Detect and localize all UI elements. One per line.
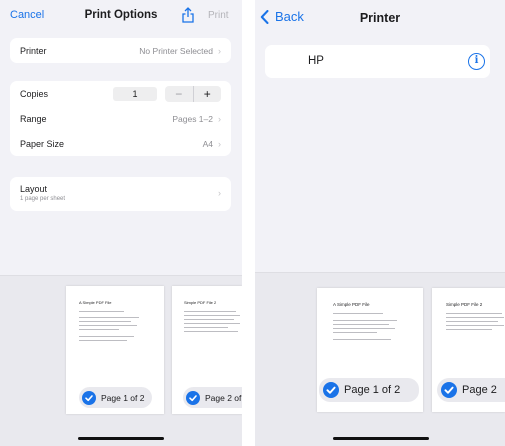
nav-bar: Cancel Print Options Print [0, 0, 242, 34]
preview-page-title: A Simple PDF File [333, 302, 370, 307]
text-line [79, 325, 137, 326]
chevron-right-icon: › [218, 113, 221, 124]
checkmark-icon [82, 390, 96, 405]
paper-size-row[interactable]: Paper Size A4 › [10, 131, 231, 156]
printer-screen: Back Printer HP i A Simple PDF File Simp… [255, 0, 505, 446]
text-line [333, 328, 395, 329]
preview-page-title: Simple PDF File 2 [184, 300, 217, 305]
preview-page-title: Simple PDF File 2 [446, 302, 483, 307]
chevron-right-icon: › [218, 188, 221, 198]
text-line [79, 317, 139, 318]
layout-row[interactable]: Layout 1 page per sheet › [10, 177, 231, 211]
range-value: Pages 1–2 [172, 113, 213, 124]
text-line [184, 311, 236, 312]
options-card: Copies 1 − + Range Pages 1–2 › Paper Siz… [10, 81, 231, 156]
text-line [184, 331, 238, 332]
copies-label: Copies [20, 88, 49, 99]
checkmark-icon [323, 382, 339, 398]
paper-size-value: A4 [202, 138, 213, 149]
printer-name: HP [308, 55, 324, 67]
copies-count[interactable]: 1 [113, 86, 157, 101]
increment-button[interactable]: + [194, 86, 222, 102]
copies-stepper: − + [165, 85, 222, 102]
print-options-screen: Cancel Print Options Print Printer No Pr… [0, 0, 242, 446]
page-selected-badge[interactable]: Page 2 of [183, 387, 242, 408]
printer-list-item[interactable]: HP i [265, 45, 490, 78]
text-line [79, 329, 119, 330]
text-line [79, 321, 131, 322]
printer-row[interactable]: Printer No Printer Selected › [10, 38, 231, 63]
checkmark-icon [186, 390, 200, 405]
text-line [79, 336, 134, 337]
chevron-right-icon: › [218, 138, 221, 149]
text-line [446, 329, 492, 330]
range-label: Range [20, 113, 47, 124]
page-badge-label: Page 1 of 2 [344, 384, 401, 396]
page-selected-badge[interactable]: Page 1 of 2 [319, 378, 419, 402]
layout-label: Layout [20, 184, 48, 194]
page-badge-label: Page 2 of [205, 392, 242, 403]
page-badge-label: Page 2 [462, 384, 497, 396]
text-line [79, 340, 127, 341]
text-line [333, 324, 389, 325]
printer-card[interactable]: Printer No Printer Selected › [10, 38, 231, 63]
page-title: Print Options [84, 9, 158, 21]
print-preview: A Simple PDF File Simple PDF File 2 Page… [0, 275, 242, 446]
share-icon[interactable] [181, 7, 195, 23]
text-line [446, 313, 502, 314]
print-preview: A Simple PDF File Simple PDF File 2 Page… [255, 272, 505, 446]
checkmark-icon [441, 382, 457, 398]
print-button[interactable]: Print [208, 10, 229, 21]
nav-bar: Back Printer [255, 0, 505, 34]
page-title: Printer [359, 11, 401, 25]
text-line [333, 339, 391, 340]
text-line [79, 311, 124, 312]
text-line [333, 320, 397, 321]
page-badge-label: Page 1 of 2 [101, 392, 145, 403]
text-line [184, 315, 240, 316]
layout-sublabel: 1 page per sheet [20, 196, 66, 202]
text-line [184, 327, 228, 328]
decrement-button[interactable]: − [165, 85, 194, 102]
home-indicator[interactable] [333, 437, 429, 440]
text-line [446, 317, 504, 318]
chevron-right-icon: › [218, 45, 221, 56]
paper-size-label: Paper Size [20, 138, 65, 149]
text-line [446, 325, 504, 326]
text-line [333, 332, 377, 333]
copies-row: Copies 1 − + [10, 81, 231, 106]
page-selected-badge[interactable]: Page 1 of 2 [79, 387, 152, 408]
home-indicator[interactable] [78, 437, 164, 440]
text-line [333, 313, 383, 314]
text-line [446, 321, 498, 322]
range-row[interactable]: Range Pages 1–2 › [10, 106, 231, 131]
text-line [184, 323, 240, 324]
printer-label: Printer [20, 45, 47, 56]
text-line [184, 319, 234, 320]
preview-page-title: A Simple PDF File [79, 300, 112, 305]
info-icon[interactable]: i [468, 53, 485, 70]
printer-value: No Printer Selected [139, 45, 213, 56]
page-selected-badge[interactable]: Page 2 [437, 378, 505, 402]
